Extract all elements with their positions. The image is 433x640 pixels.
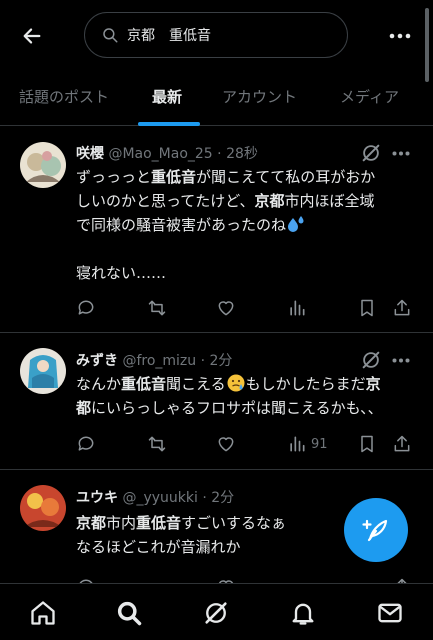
author-name[interactable]: ユウキ xyxy=(76,490,118,506)
repost-button[interactable] xyxy=(146,296,168,320)
scrollbar[interactable] xyxy=(425,8,429,82)
tweet-more-button[interactable] xyxy=(389,142,413,164)
tweet-more-button[interactable] xyxy=(389,349,413,371)
share-icon xyxy=(394,299,410,316)
tweet-line: しいのかと思ってたけど、京都市内ほぼ全域 xyxy=(76,192,375,210)
nav-explore[interactable] xyxy=(114,598,144,628)
grok-icon xyxy=(362,144,380,162)
compose-post-icon xyxy=(362,519,388,542)
tab-latest[interactable]: 最新 xyxy=(152,86,182,107)
active-tab-indicator xyxy=(138,122,200,126)
author-handle: @Mao_Mao_25 · 28秒 xyxy=(108,146,258,162)
avatar[interactable] xyxy=(20,348,66,394)
repost-button[interactable] xyxy=(146,432,168,456)
more-horizontal-icon xyxy=(389,33,411,39)
reply-button[interactable] xyxy=(76,432,96,456)
nav-messages[interactable] xyxy=(375,598,405,628)
author-name[interactable]: 咲櫻 xyxy=(76,146,104,162)
repost-icon xyxy=(148,300,166,316)
avatar[interactable] xyxy=(20,485,66,531)
top-bar: 京都 重低音 xyxy=(0,0,433,82)
search-tabs: 話題のポスト 最新 アカウント メディア xyxy=(0,72,433,126)
share-icon xyxy=(394,435,410,452)
views-button[interactable]: 91 xyxy=(287,432,328,456)
tweet-actions: 91 xyxy=(76,432,416,456)
tweet-text: ずっっっと重低音が聞こえてて私の耳がおか しいのかと思ってたけど、京都市内ほぼ全… xyxy=(76,165,416,285)
tweet-line: 都にいらっしゃるフロサポは聞こえるかも、、 xyxy=(76,399,383,417)
like-icon xyxy=(218,437,234,452)
home-icon xyxy=(31,601,55,625)
back-button[interactable] xyxy=(16,20,48,52)
share-button[interactable] xyxy=(392,296,412,320)
bottom-navigation xyxy=(0,583,433,640)
bookmark-button[interactable] xyxy=(358,296,376,320)
bell-icon xyxy=(292,603,314,625)
like-button[interactable] xyxy=(216,296,236,320)
tweet-line: なんか重低音聞こえる もしかしたらまだ京 xyxy=(76,374,381,393)
bookmark-icon xyxy=(361,435,373,453)
face-emoji xyxy=(227,374,245,392)
tweet-line: で同様の騒音被害があったのね xyxy=(76,213,416,237)
like-icon xyxy=(218,301,234,316)
bookmark-icon xyxy=(361,299,373,317)
share-button[interactable] xyxy=(392,432,412,456)
tab-top-posts[interactable]: 話題のポスト xyxy=(19,86,109,107)
nav-home[interactable] xyxy=(28,598,58,628)
tab-media[interactable]: メディア xyxy=(340,86,399,107)
reply-icon xyxy=(78,300,94,315)
tweet-meta: ユウキ @_yyuukki · 2分 xyxy=(76,487,234,507)
tweet-line: ずっっっと重低音が聞こえてて私の耳がおか xyxy=(76,168,376,186)
more-options-button[interactable] xyxy=(384,22,416,50)
avatar[interactable] xyxy=(20,142,66,188)
app-window: 京都 重低音 話題のポスト 最新 アカウント メディア 咲櫻 @Mao_Mao_… xyxy=(0,0,433,640)
nav-grok[interactable] xyxy=(201,598,231,628)
tweet-line xyxy=(76,237,416,261)
search-query: 京都 重低音 xyxy=(127,28,211,44)
grok-icon xyxy=(205,602,227,624)
tweet-meta: みずき @fro_mizu · 2分 xyxy=(76,350,232,370)
search-field[interactable]: 京都 重低音 xyxy=(84,12,348,58)
views-icon xyxy=(290,436,305,452)
bookmark-button[interactable] xyxy=(358,432,376,456)
tweet[interactable]: みずき @fro_mizu · 2分 なんか重低音聞こえる もしかしたらまだ京 都… xyxy=(0,334,433,470)
tweet[interactable]: 咲櫻 @Mao_Mao_25 · 28秒 ずっっっと重低音が聞こえてて私の耳がお… xyxy=(0,127,433,333)
grok-icon xyxy=(362,351,380,369)
author-name[interactable]: みずき xyxy=(76,353,118,369)
grok-button[interactable] xyxy=(360,349,382,371)
tweet-meta: 咲櫻 @Mao_Mao_25 · 28秒 xyxy=(76,143,258,163)
mail-icon xyxy=(378,603,402,623)
views-count: 91 xyxy=(311,436,328,452)
more-horizontal-icon xyxy=(392,151,410,155)
search-icon xyxy=(101,26,119,44)
more-horizontal-icon xyxy=(392,358,410,362)
author-handle: @fro_mizu · 2分 xyxy=(122,353,233,369)
like-button[interactable] xyxy=(216,432,236,456)
views-button[interactable] xyxy=(287,296,311,320)
nav-notifications[interactable] xyxy=(288,598,318,628)
tweet-actions xyxy=(76,296,416,320)
author-handle: @_yyuukki · 2分 xyxy=(122,490,235,506)
tweet-line: 寝れない…… xyxy=(76,264,167,282)
repost-icon xyxy=(148,436,166,452)
grok-button[interactable] xyxy=(360,142,382,164)
reply-button[interactable] xyxy=(76,296,96,320)
compose-post-button[interactable] xyxy=(344,498,408,562)
reply-icon xyxy=(78,436,94,451)
search-icon xyxy=(117,601,142,626)
sweat-droplets-emoji xyxy=(288,216,304,232)
tweet-text: なんか重低音聞こえる もしかしたらまだ京 都にいらっしゃるフロサポは聞こえるかも、… xyxy=(76,372,416,420)
arrow-left-icon xyxy=(23,28,41,44)
tab-accounts[interactable]: アカウント xyxy=(222,86,297,107)
views-icon xyxy=(290,300,305,316)
